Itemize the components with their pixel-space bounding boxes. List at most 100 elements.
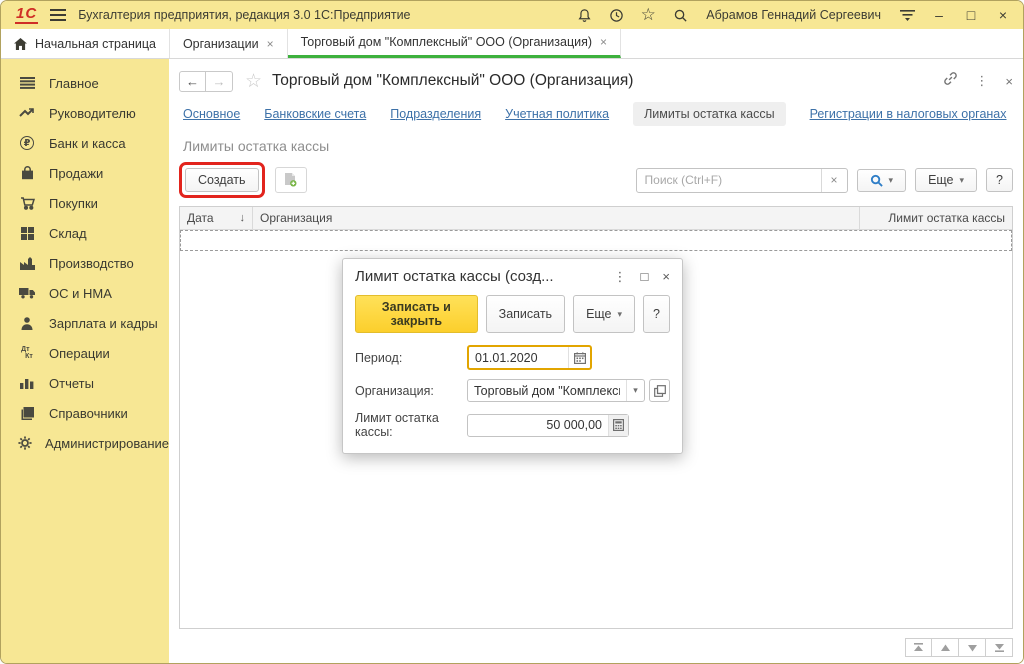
period-field — [467, 345, 592, 370]
tab-bar: Начальная страница Организации × Торговы… — [1, 29, 1023, 59]
app-window: 1С Бухгалтерия предприятия, редакция 3.0… — [0, 0, 1024, 664]
dialog-maximize-icon[interactable]: □ — [641, 269, 649, 284]
sidebar-item-pokupki[interactable]: Покупки — [1, 188, 169, 218]
tab-close-icon[interactable]: × — [600, 35, 607, 49]
form-nav-links: Основное Банковские счета Подразделения … — [179, 98, 1013, 134]
go-previous-button[interactable] — [932, 638, 959, 657]
notifications-bell-icon[interactable] — [574, 5, 594, 25]
history-clock-icon[interactable] — [606, 5, 626, 25]
list-toolbar: Создать × ▾ Еще ▾ ? — [179, 162, 1013, 206]
organization-label: Организация: — [355, 384, 467, 398]
close-form-icon[interactable]: × — [1005, 74, 1013, 89]
tab-organizations[interactable]: Организации × — [170, 29, 288, 58]
open-organization-button[interactable] — [649, 379, 670, 402]
tab-home-label: Начальная страница — [35, 37, 156, 51]
warehouse-grid-icon — [18, 227, 36, 240]
sidebar-item-sklad[interactable]: Склад — [1, 218, 169, 248]
tab-home[interactable]: Начальная страница — [1, 29, 170, 58]
close-window-button[interactable]: × — [993, 5, 1013, 25]
navlink-podrazdeleniya[interactable]: Подразделения — [390, 107, 481, 121]
organization-input[interactable] — [468, 384, 626, 398]
sidebar-item-bank-kassa[interactable]: ₽ Банк и касса — [1, 128, 169, 158]
navlink-bank-accounts[interactable]: Банковские счета — [264, 107, 366, 121]
search-clear-icon[interactable]: × — [821, 169, 847, 192]
current-user-name[interactable]: Абрамов Геннадий Сергеевич — [706, 8, 881, 22]
selected-empty-row[interactable] — [180, 230, 1012, 251]
calculator-icon[interactable] — [608, 415, 628, 436]
tab-org-card[interactable]: Торговый дом "Комплексный" ООО (Организа… — [288, 29, 621, 58]
favorite-star-icon[interactable]: ☆ — [245, 70, 262, 93]
column-header-limit[interactable]: Лимит остатка кассы — [860, 211, 1012, 225]
limit-input[interactable] — [468, 418, 608, 432]
caret-down-icon: ▾ — [618, 309, 623, 320]
dialog-close-icon[interactable]: × — [662, 269, 670, 284]
gear-icon — [18, 436, 32, 450]
period-input[interactable] — [469, 351, 568, 365]
navlink-uchetnaya-politika[interactable]: Учетная политика — [505, 107, 609, 121]
period-label: Период: — [355, 351, 467, 365]
tab-organizations-label: Организации — [183, 37, 259, 51]
person-icon — [18, 317, 36, 330]
limit-field — [467, 414, 629, 437]
sort-descending-icon: ↓ — [240, 212, 246, 224]
search-input[interactable] — [637, 173, 821, 187]
caret-down-icon: ▾ — [889, 175, 894, 186]
go-first-button[interactable] — [905, 638, 932, 657]
column-header-organization[interactable]: Организация — [252, 207, 860, 229]
sidebar-item-zarplata-kadry[interactable]: Зарплата и кадры — [1, 308, 169, 338]
tab-close-icon[interactable]: × — [267, 37, 274, 51]
trend-arrow-icon — [18, 107, 36, 119]
create-button[interactable]: Создать — [185, 168, 259, 192]
navlink-registracii[interactable]: Регистрации в налоговых органах — [810, 107, 1007, 121]
more-kebab-icon[interactable]: ⋮ — [975, 73, 988, 89]
sidebar-item-proizvodstvo[interactable]: Производство — [1, 248, 169, 278]
sidebar-item-prodazhi[interactable]: Продажи — [1, 158, 169, 188]
dialog-more-button[interactable]: Еще ▾ — [573, 295, 635, 333]
save-button[interactable]: Записать — [486, 295, 565, 333]
maximize-button[interactable]: □ — [961, 5, 981, 25]
sidebar-item-glavnoe[interactable]: Главное — [1, 68, 169, 98]
back-button[interactable]: ← — [179, 71, 206, 92]
dialog-help-button[interactable]: ? — [643, 295, 670, 333]
caret-down-icon: ▾ — [960, 175, 965, 186]
1c-logo: 1С — [15, 7, 38, 24]
ruble-circle-icon: ₽ — [18, 136, 36, 150]
service-menu-icon[interactable] — [897, 5, 917, 25]
truck-icon — [18, 287, 36, 299]
search-options-button[interactable]: ▾ — [857, 169, 907, 192]
sidebar-item-administrirovanie[interactable]: Администрирование — [1, 428, 169, 458]
sidebar-item-spravochniki[interactable]: Справочники — [1, 398, 169, 428]
go-last-button[interactable] — [986, 638, 1013, 657]
sidebar-item-otchety[interactable]: Отчеты — [1, 368, 169, 398]
dialog-titlebar: Лимит остатка кассы (созд... ⋮ □ × — [355, 268, 670, 285]
sidebar-item-operacii[interactable]: ДтКт Операции — [1, 338, 169, 368]
factory-icon — [18, 257, 36, 270]
calendar-icon[interactable] — [568, 347, 590, 368]
minimize-button[interactable]: – — [929, 5, 949, 25]
page-title: Торговый дом "Комплексный" ООО (Организа… — [272, 72, 633, 90]
go-next-button[interactable] — [959, 638, 986, 657]
get-link-icon[interactable] — [943, 71, 958, 91]
main-menu-icon[interactable] — [48, 5, 68, 25]
global-search-icon[interactable] — [670, 5, 690, 25]
table-header: Дата ↓ Организация Лимит остатка кассы — [180, 207, 1012, 230]
sidebar-item-rukovoditelyu[interactable]: Руководителю — [1, 98, 169, 128]
help-button[interactable]: ? — [986, 168, 1013, 192]
navlink-osnovnoe[interactable]: Основное — [183, 107, 240, 121]
book-icon — [18, 407, 36, 420]
sidebar: Главное Руководителю ₽ Банк и касса Прод… — [1, 59, 169, 663]
shopping-cart-icon — [18, 196, 36, 210]
dialog-more-kebab-icon[interactable]: ⋮ — [614, 269, 627, 285]
forward-button[interactable]: → — [206, 71, 233, 92]
sidebar-item-os-nma[interactable]: ОС и НМА — [1, 278, 169, 308]
save-and-close-button[interactable]: Записать и закрыть — [355, 295, 478, 333]
annotation-highlight-red-box: Создать — [179, 162, 265, 198]
favorites-star-icon[interactable]: ☆ — [638, 5, 658, 25]
organization-dropdown-icon[interactable]: ▾ — [626, 380, 644, 401]
list-footer — [179, 629, 1013, 657]
navlink-limity-active[interactable]: Лимиты остатка кассы — [633, 102, 785, 126]
more-actions-button[interactable]: Еще ▾ — [915, 168, 977, 192]
sections-list-icon — [18, 77, 36, 89]
column-header-date[interactable]: Дата ↓ — [180, 211, 252, 225]
create-by-copy-button[interactable] — [275, 167, 307, 193]
